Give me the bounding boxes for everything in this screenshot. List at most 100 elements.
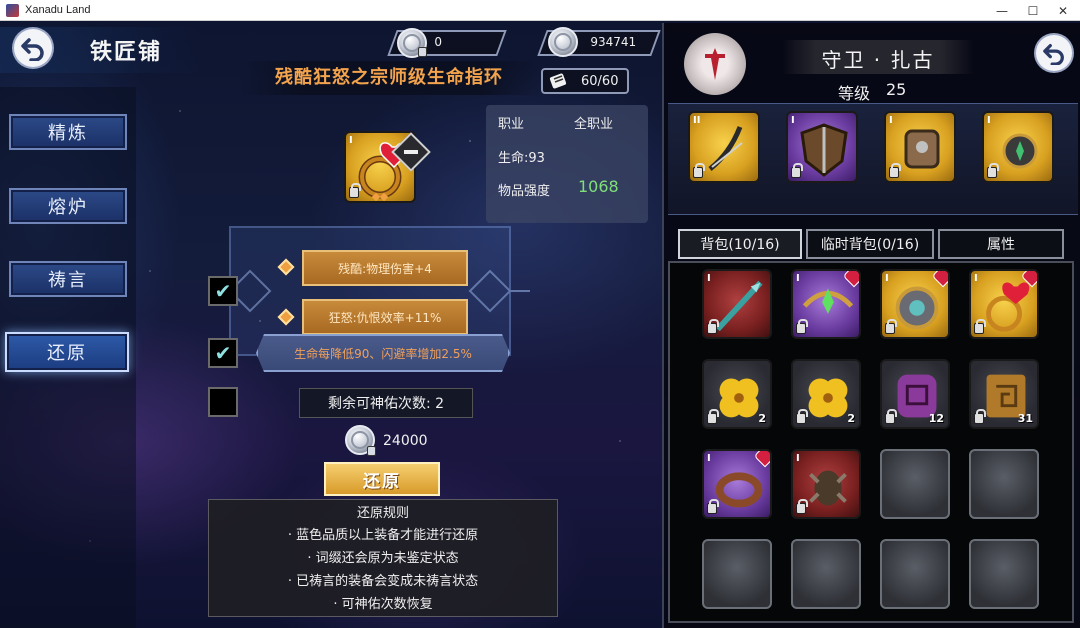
item-slot[interactable]: 12 (880, 359, 950, 429)
bag-capacity-display: 60/60 (541, 68, 629, 94)
strength-value: 1068 (578, 177, 619, 196)
level-value: 25 (886, 80, 907, 99)
class-label: 职业 (498, 117, 525, 132)
remaining-blessings: 剩余可神佑次数: 2 (299, 388, 473, 418)
lock-icon (796, 499, 808, 514)
item-slot[interactable]: I (880, 269, 950, 339)
blessing-checkbox[interactable]: ✔ (208, 338, 238, 368)
item-slot[interactable]: I (884, 111, 956, 183)
affix-checkbox[interactable]: ✔ (208, 276, 238, 306)
class-emblem-icon (684, 33, 746, 95)
rule-line: · 已祷言的装备会变成未祷言状态 (287, 574, 479, 589)
back-button[interactable] (14, 29, 52, 67)
scroll-icon (549, 73, 567, 89)
lock-icon (885, 319, 897, 334)
lock-icon (796, 319, 808, 334)
hp-label: 生命:93 (498, 151, 545, 166)
nav-prayer-button[interactable]: 祷言 (9, 261, 127, 297)
tab-temp-backpack[interactable]: 临时背包(0/16) (806, 229, 934, 259)
lock-icon (974, 319, 986, 334)
lock-icon (987, 163, 999, 178)
lock-icon (796, 409, 808, 424)
strength-label: 物品强度 (498, 184, 551, 199)
item-slot[interactable]: 2 (791, 359, 861, 429)
lock-icon (707, 499, 719, 514)
page-title: 铁匠铺 (90, 40, 163, 65)
item-slot[interactable]: 31 (969, 359, 1039, 429)
window-title: Xanadu Land (25, 4, 91, 16)
rule-line: · 词缀还会原为未鉴定状态 (307, 551, 459, 566)
item-slot[interactable]: 2 (702, 359, 772, 429)
item-rank-badge: I (796, 273, 800, 284)
item-slot[interactable]: I (702, 269, 772, 339)
item-rank-badge: II (693, 115, 701, 126)
maximize-button[interactable]: ☐ (1016, 0, 1050, 21)
item-count-badge: 12 (928, 412, 944, 425)
class-value: 全职业 (574, 117, 614, 132)
rule-line: · 蓝色品质以上装备才能进行还原 (287, 528, 479, 543)
silver-currency-value: 934741 (590, 35, 637, 49)
item-slot[interactable]: I (969, 269, 1039, 339)
restore-button[interactable]: 还原 (324, 462, 440, 496)
item-count-badge: 31 (1017, 412, 1033, 425)
lock-icon (707, 319, 719, 334)
window-titlebar: Xanadu Land — ☐ ✕ (0, 0, 1080, 21)
item-rank-badge: I (974, 273, 978, 284)
item-name: 残酷狂怒之宗师级生命指环 (275, 67, 503, 88)
item-rank-badge: I (707, 453, 711, 464)
lock-icon (885, 409, 897, 424)
inventory-empty-slot[interactable] (880, 539, 950, 609)
item-slot[interactable]: I (786, 111, 858, 183)
item-slot[interactable]: II (688, 111, 760, 183)
inventory-empty-slot[interactable] (702, 539, 772, 609)
item-slot[interactable]: I (982, 111, 1054, 183)
nav-restore-button[interactable]: 还原 (5, 332, 129, 372)
rule-line: · 可神佑次数恢复 (333, 597, 433, 612)
item-count-badge: 2 (758, 412, 766, 425)
locked-currency-value: 0 (434, 35, 443, 49)
close-button[interactable]: ✕ (1046, 0, 1080, 21)
inventory-empty-slot[interactable] (969, 449, 1039, 519)
lock-icon (791, 163, 803, 178)
affix-1: 残酷:物理伤害+4 (302, 250, 468, 286)
lock-icon (693, 163, 705, 178)
lock-icon (707, 409, 719, 424)
item-slot[interactable]: I (791, 269, 861, 339)
blessing-affix: 生命每降低90、闪避率增加2.5% (256, 334, 510, 372)
item-rank-badge: I (791, 115, 795, 126)
game-area: 铁匠铺 0 934741 精炼 熔炉 祷言 还原 残酷狂怒之宗师级生命指环 60… (0, 21, 1080, 628)
remaining-checkbox[interactable] (208, 387, 238, 417)
character-name: 守卫 · 扎古 (821, 48, 935, 72)
back-arrow-icon (1043, 44, 1064, 65)
minimize-button[interactable]: — (985, 0, 1019, 21)
tab-attributes[interactable]: 属性 (938, 229, 1064, 259)
item-slot[interactable]: I (791, 449, 861, 519)
lock-icon (418, 47, 427, 57)
item-rank-badge: I (987, 115, 991, 126)
lock-icon (974, 409, 986, 424)
inventory-empty-slot[interactable] (880, 449, 950, 519)
item-rank-badge: I (885, 273, 889, 284)
inventory-empty-slot[interactable] (791, 539, 861, 609)
item-stats-box: 职业 全职业 生命:93 物品强度 1068 (486, 105, 648, 223)
bag-capacity-value: 60/60 (581, 74, 619, 89)
item-slot[interactable]: I (702, 449, 772, 519)
item-rank-badge: I (707, 273, 711, 284)
item-count-badge: 2 (847, 412, 855, 425)
lock-icon (367, 446, 376, 456)
rules-title: 还原规则 (356, 506, 409, 521)
socket-gems (371, 192, 389, 201)
app-icon (6, 3, 19, 17)
restore-rules-box: 还原规则 · 蓝色品质以上装备才能进行还原 · 词缀还会原为未鉴定状态 · 已祷… (208, 499, 558, 617)
character-panel: 守卫 · 扎古 等级 25 背包(10/16) 临时背包(0/16) 属性 II… (662, 23, 1080, 628)
back-arrow-icon (21, 38, 44, 61)
panel-back-button[interactable] (1036, 35, 1072, 71)
item-rank-badge: I (889, 115, 893, 126)
nav-furnace-button[interactable]: 熔炉 (9, 188, 127, 224)
lock-icon (349, 183, 361, 198)
nav-refine-button[interactable]: 精炼 (9, 114, 127, 150)
silver-coin-icon (548, 27, 578, 57)
item-rank-badge: I (796, 453, 800, 464)
tab-backpack[interactable]: 背包(10/16) (678, 229, 802, 259)
inventory-empty-slot[interactable] (969, 539, 1039, 609)
